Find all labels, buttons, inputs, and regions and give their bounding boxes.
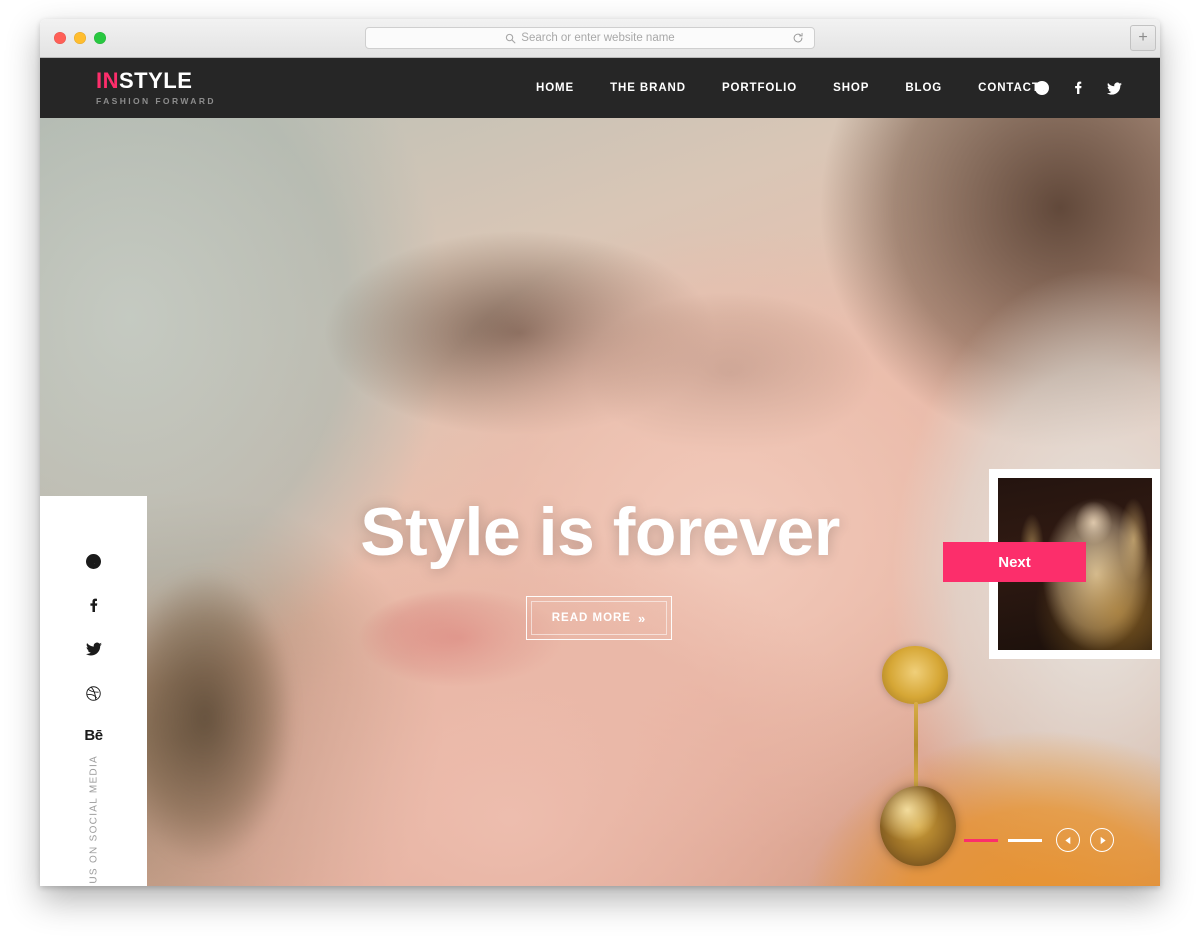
browser-window: Search or enter website name + INSTYLE F… xyxy=(40,19,1160,886)
reload-icon[interactable] xyxy=(792,32,804,44)
chevron-right-icon xyxy=(1100,836,1106,844)
next-slide-label[interactable]: Next xyxy=(943,542,1086,582)
slider-indicator-1[interactable] xyxy=(964,838,998,842)
nav-item-home[interactable]: HOME xyxy=(518,82,592,94)
site-viewport: INSTYLE FASHION FORWARD HOME THE BRAND P… xyxy=(40,58,1160,886)
brand-name-accent: IN xyxy=(96,68,119,93)
chevron-left-icon xyxy=(1064,836,1070,844)
hero-earring-detail xyxy=(840,618,970,886)
nav-item-the-brand[interactable]: THE BRAND xyxy=(592,82,704,94)
chevron-right-icon: » xyxy=(638,610,647,626)
twitter-icon[interactable] xyxy=(85,640,103,658)
read-more-button[interactable]: READ MORE » xyxy=(526,596,672,640)
window-controls xyxy=(54,32,106,44)
twitter-icon[interactable] xyxy=(1106,80,1122,96)
earring-chain xyxy=(914,702,918,788)
facebook-icon[interactable] xyxy=(85,596,103,614)
slider-controls xyxy=(964,828,1114,852)
social-sidebar: Bē FOLLOW US ON SOCIAL MEDIA xyxy=(40,496,147,886)
address-input-placeholder: Search or enter website name xyxy=(521,32,675,44)
brand-tagline: FASHION FORWARD xyxy=(96,96,216,106)
pinterest-icon[interactable] xyxy=(85,552,103,570)
brand-logo[interactable]: INSTYLE FASHION FORWARD xyxy=(96,70,216,106)
slider-next-button[interactable] xyxy=(1090,828,1114,852)
browser-toolbar: Search or enter website name + xyxy=(40,19,1160,58)
address-bar-content: Search or enter website name xyxy=(505,32,675,44)
facebook-icon[interactable] xyxy=(1070,80,1086,96)
dribbble-icon[interactable] xyxy=(85,684,103,702)
earring-flower xyxy=(882,646,948,704)
site-header: INSTYLE FASHION FORWARD HOME THE BRAND P… xyxy=(40,58,1160,118)
brand-name-main: STYLE xyxy=(119,68,193,93)
pinterest-icon[interactable] xyxy=(1034,80,1050,96)
brand-wordmark: INSTYLE xyxy=(96,70,216,92)
nav-item-portfolio[interactable]: PORTFOLIO xyxy=(704,82,815,94)
header-social-links xyxy=(1034,58,1122,118)
nav-item-shop[interactable]: SHOP xyxy=(815,82,887,94)
slider-prev-button[interactable] xyxy=(1056,828,1080,852)
window-minimize-button[interactable] xyxy=(74,32,86,44)
behance-icon[interactable]: Bē xyxy=(84,728,103,743)
main-navigation: HOME THE BRAND PORTFOLIO SHOP BLOG CONTA… xyxy=(518,58,1058,118)
read-more-label: READ MORE xyxy=(551,612,632,624)
sidebar-social-links: Bē xyxy=(40,552,147,743)
slider-indicator-2[interactable] xyxy=(1008,838,1042,842)
address-bar[interactable]: Search or enter website name xyxy=(365,27,815,49)
hero-slider: Style is forever READ MORE » Bē FOLLOW U… xyxy=(40,118,1160,886)
read-more-button-inner: READ MORE » xyxy=(531,601,667,635)
nav-item-blog[interactable]: BLOG xyxy=(887,82,960,94)
window-close-button[interactable] xyxy=(54,32,66,44)
earring-bead xyxy=(880,786,956,866)
next-slide-panel[interactable]: Next xyxy=(943,469,1160,659)
search-icon xyxy=(505,33,516,44)
window-maximize-button[interactable] xyxy=(94,32,106,44)
follow-us-label: FOLLOW US ON SOCIAL MEDIA xyxy=(88,755,99,886)
new-tab-button[interactable]: + xyxy=(1130,25,1156,51)
